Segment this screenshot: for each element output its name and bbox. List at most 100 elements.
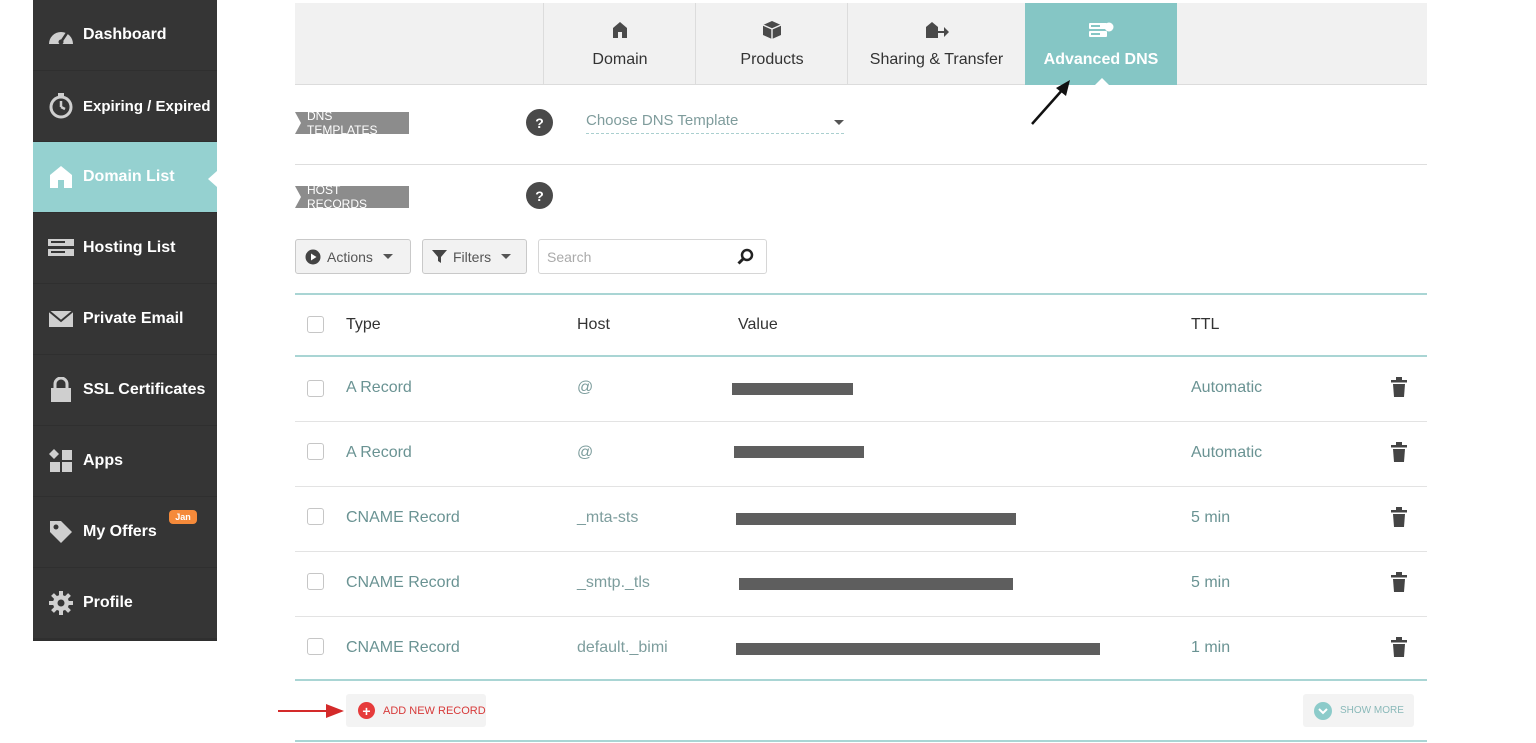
- record-ttl: 1 min: [1191, 639, 1231, 656]
- show-more-label: SHOW MORE: [1340, 705, 1404, 716]
- tab-label: Domain: [592, 51, 648, 68]
- table-top-border: [295, 293, 1427, 295]
- section-divider: [295, 164, 1427, 165]
- tab-label: Advanced DNS: [1043, 51, 1159, 68]
- stopwatch-icon: [47, 92, 75, 120]
- chevron-down-icon: [382, 254, 393, 259]
- sidebar-item-label: SSL Certificates: [83, 381, 206, 398]
- redacted-value: [739, 578, 1013, 590]
- trash-icon[interactable]: [1391, 507, 1407, 532]
- home-icon: [612, 19, 628, 41]
- sidebar-item-label: Private Email: [83, 310, 184, 327]
- lock-icon: [47, 376, 75, 404]
- sidebar-item-label: Dashboard: [83, 26, 167, 43]
- sidebar-item-label: Profile: [83, 594, 133, 611]
- tab-products[interactable]: Products: [695, 3, 848, 85]
- search-input[interactable]: [547, 247, 727, 267]
- sidebar: Dashboard Expiring / Expired Domain List…: [33, 0, 217, 641]
- filters-button[interactable]: Filters: [422, 239, 527, 274]
- offer-badge: Jan: [169, 510, 197, 524]
- play-circle-icon: [305, 249, 321, 265]
- search-icon[interactable]: [737, 248, 754, 270]
- annotation-arrow-icon: [1031, 80, 1070, 125]
- record-host: @: [577, 444, 594, 461]
- redacted-value: [736, 513, 1016, 525]
- tab-bar: Domain Products Sharing & Transfer Advan…: [295, 3, 1427, 85]
- row-checkbox[interactable]: [307, 573, 324, 590]
- sidebar-item-dashboard[interactable]: Dashboard: [33, 0, 217, 70]
- trash-icon[interactable]: [1391, 377, 1407, 402]
- record-host: @: [577, 379, 594, 396]
- column-header-type[interactable]: Type: [346, 316, 381, 334]
- trash-icon[interactable]: [1391, 572, 1407, 597]
- table-row: A Record @ Automatic: [295, 422, 1427, 487]
- add-new-record-label: ADD NEW RECORD: [383, 704, 486, 717]
- active-indicator: [208, 171, 217, 187]
- actions-label: Actions: [327, 248, 373, 265]
- tab-active-caret: [1094, 78, 1110, 86]
- redacted-value: [734, 446, 864, 458]
- row-checkbox[interactable]: [307, 638, 324, 655]
- trash-icon[interactable]: [1391, 442, 1407, 467]
- dns-template-select-value: Choose DNS Template: [586, 112, 739, 129]
- row-checkbox[interactable]: [307, 380, 324, 397]
- record-ttl: 5 min: [1191, 574, 1231, 591]
- dns-templates-help-icon[interactable]: ?: [526, 109, 553, 136]
- column-header-value[interactable]: Value: [738, 316, 778, 334]
- add-new-record-button[interactable]: + ADD NEW RECORD: [346, 694, 486, 727]
- sidebar-item-label: My Offers: [83, 523, 157, 540]
- redacted-value: [736, 643, 1100, 655]
- sidebar-item-apps[interactable]: Apps: [33, 426, 217, 496]
- tab-domain[interactable]: Domain: [543, 3, 696, 85]
- filters-label: Filters: [453, 248, 492, 265]
- table-bottom-border: [295, 679, 1427, 681]
- record-host: default._bimi: [577, 639, 668, 656]
- table-row: A Record @ Automatic: [295, 357, 1427, 422]
- row-checkbox[interactable]: [307, 443, 324, 460]
- sidebar-item-ssl-certificates[interactable]: SSL Certificates: [33, 355, 217, 425]
- select-all-checkbox[interactable]: [307, 316, 324, 333]
- tab-label: Sharing & Transfer: [869, 51, 1004, 68]
- box-icon: [762, 19, 782, 41]
- search-box: [538, 239, 767, 274]
- share-transfer-icon: [925, 19, 949, 41]
- tab-advanced-dns[interactable]: Advanced DNS: [1025, 3, 1177, 85]
- chevron-down-icon: [501, 254, 512, 259]
- dns-server-icon: [1088, 19, 1114, 41]
- sidebar-item-my-offers[interactable]: My Offers: [33, 497, 217, 567]
- sidebar-item-private-email[interactable]: Private Email: [33, 284, 217, 354]
- tab-sharing-transfer[interactable]: Sharing & Transfer: [847, 3, 1025, 85]
- column-header-ttl[interactable]: TTL: [1191, 316, 1219, 334]
- show-more-button[interactable]: SHOW MORE: [1303, 694, 1414, 727]
- sidebar-item-domain-list[interactable]: Domain List: [33, 142, 217, 212]
- envelope-icon: [47, 305, 75, 333]
- table-row: CNAME Record default._bimi 1 min: [295, 617, 1427, 682]
- host-records-help-icon[interactable]: ?: [526, 182, 553, 209]
- sidebar-item-label: Hosting List: [83, 239, 176, 256]
- gear-icon: [47, 589, 75, 617]
- redacted-value: [732, 383, 853, 395]
- record-type: CNAME Record: [346, 574, 460, 591]
- gauge-icon: [47, 21, 75, 49]
- sidebar-item-label: Domain List: [83, 168, 175, 185]
- dns-template-select[interactable]: Choose DNS Template: [586, 110, 844, 134]
- actions-button[interactable]: Actions: [295, 239, 411, 274]
- record-host: _smtp._tls: [577, 574, 650, 591]
- table-end-border: [295, 740, 1427, 742]
- filter-icon: [432, 249, 447, 264]
- sidebar-item-profile[interactable]: Profile: [33, 568, 217, 638]
- row-checkbox[interactable]: [307, 508, 324, 525]
- chevron-down-icon: [834, 120, 844, 125]
- record-type: A Record: [346, 444, 412, 461]
- sidebar-item-hosting-list[interactable]: Hosting List: [33, 213, 217, 283]
- trash-icon[interactable]: [1391, 637, 1407, 662]
- column-header-host[interactable]: Host: [577, 316, 610, 334]
- sidebar-item-label: Expiring / Expired: [83, 97, 211, 115]
- record-host: _mta-sts: [577, 509, 639, 526]
- record-ttl: 5 min: [1191, 509, 1231, 526]
- server-icon: [47, 234, 75, 262]
- table-row: CNAME Record _mta-sts 5 min: [295, 487, 1427, 552]
- chevron-down-circle-icon: [1314, 701, 1332, 720]
- tab-label: Products: [740, 51, 804, 68]
- sidebar-item-expiring[interactable]: Expiring / Expired: [33, 71, 217, 141]
